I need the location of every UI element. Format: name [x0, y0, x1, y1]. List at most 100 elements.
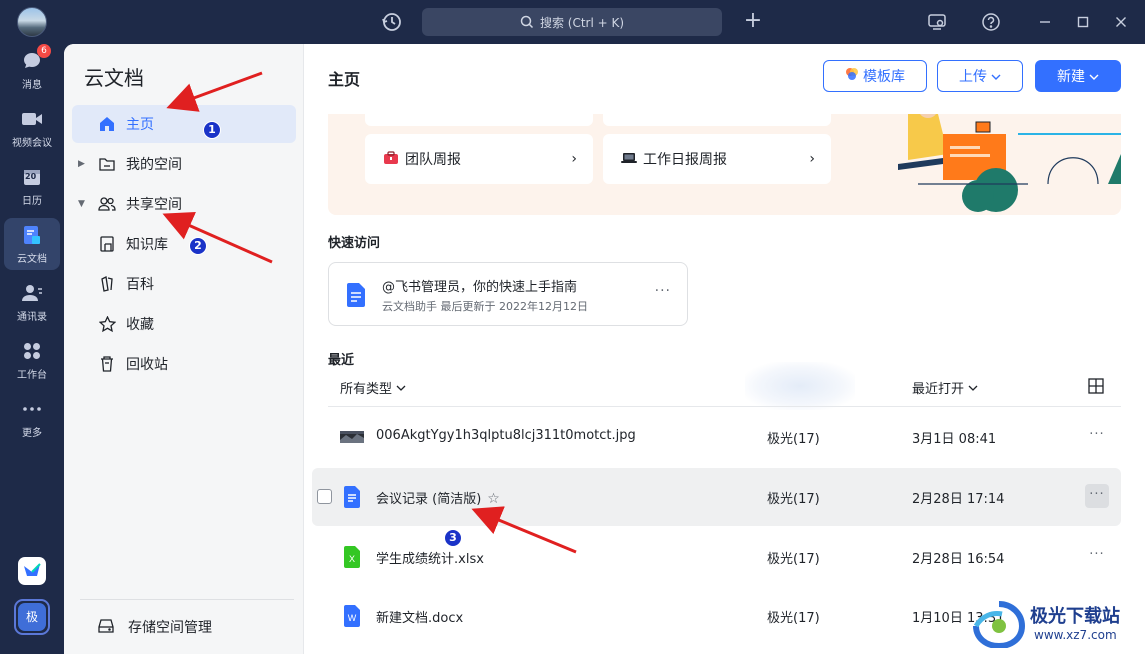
list-divider: [328, 406, 1121, 407]
briefcase-icon: [383, 151, 399, 167]
more-options-icon[interactable]: ···: [655, 283, 671, 299]
star-icon[interactable]: ☆: [487, 491, 500, 507]
watermark-url: www.xz7.com: [1034, 628, 1117, 642]
table-row[interactable]: X 学生成绩统计.xlsx 极光(17) 2月28日 16:54 ···: [312, 528, 1121, 586]
svg-text:W: W: [348, 613, 357, 623]
notification-settings-icon[interactable]: [925, 10, 949, 34]
page-title: 主页: [328, 70, 361, 89]
rail-item-calendar[interactable]: 20 日历: [4, 160, 60, 212]
banner-card-label: 团队周报: [405, 152, 461, 168]
sidebar-item-label: 回收站: [126, 357, 168, 373]
sidebar-item-label: 收藏: [126, 317, 154, 333]
banner-card-label: 工作日报周报: [643, 152, 727, 168]
search-placeholder: 搜索 (Ctrl + K): [539, 15, 625, 30]
search-input[interactable]: 搜索 (Ctrl + K): [422, 8, 722, 36]
rail-item-messages[interactable]: 6 消息: [4, 43, 60, 96]
rail-item-label: 视频会议: [12, 137, 52, 149]
knowledge-base-icon: [98, 235, 116, 253]
rail-item-docs[interactable]: 云文档: [4, 218, 60, 270]
image-file-icon: [340, 425, 364, 449]
file-name: 会议记录 (简洁版): [376, 492, 482, 507]
minimize-icon[interactable]: [1033, 10, 1057, 34]
sidebar-item-label: 共享空间: [126, 197, 182, 213]
annotation-number: 2: [189, 237, 207, 255]
file-owner: 极光(17): [767, 432, 820, 447]
video-camera-icon: [21, 108, 43, 130]
recent-title: 最近: [328, 353, 355, 368]
type-filter-label: 所有类型: [340, 382, 393, 397]
new-button[interactable]: 新建: [1035, 60, 1121, 92]
chevron-down-icon[interactable]: ▼: [78, 199, 88, 209]
banner-card[interactable]: [365, 114, 593, 126]
docs-sidebar: 云文档 主页 ▶ 我的空间 ▼ 共享空间 知识库 百科 收藏 回收站 存储空间管…: [64, 44, 304, 654]
template-library-button[interactable]: 模板库: [823, 60, 927, 92]
home-content: 主页 模板库 上传 新建 团队周报 › 工作日报周报 › 快速访问 @飞书管理员…: [305, 44, 1145, 654]
template-banner: 团队周报 › 工作日报周报 ›: [328, 114, 1121, 215]
chevron-down-icon: [991, 68, 1001, 84]
sidebar-item-wiki[interactable]: 知识库: [72, 225, 296, 263]
file-owner: 极光(17): [767, 552, 820, 567]
rail-item-workplace[interactable]: 工作台: [4, 334, 60, 386]
more-options-icon[interactable]: ···: [1085, 424, 1109, 448]
annotation-number: 3: [444, 529, 462, 547]
user-avatar[interactable]: [17, 7, 47, 37]
grid-view-icon[interactable]: [1088, 378, 1104, 394]
unread-badge: 6: [37, 43, 51, 58]
rail-item-label: 消息: [22, 79, 42, 91]
row-checkbox[interactable]: [317, 489, 332, 504]
table-row[interactable]: 006AkgtYgy1h3qlptu8lcj311t0motct.jpg 极光(…: [312, 408, 1121, 466]
storage-label: 存储空间管理: [128, 620, 212, 636]
home-icon: [98, 115, 116, 133]
file-opened-time: 3月1日 08:41: [912, 432, 997, 447]
rail-item-label: 通讯录: [17, 311, 47, 323]
type-filter-dropdown[interactable]: 所有类型: [340, 378, 406, 397]
sidebar-item-encyclopedia[interactable]: 百科: [72, 265, 296, 303]
storage-management-button[interactable]: 存储空间管理: [72, 610, 296, 644]
app-shortcut-icon[interactable]: [18, 557, 46, 585]
file-opened-time: 2月28日 16:54: [912, 552, 1005, 567]
chevron-right-icon[interactable]: ▶: [78, 159, 88, 169]
quick-access-card[interactable]: @飞书管理员，你的快速上手指南 云文档助手 最后更新于 2022年12月12日 …: [328, 262, 688, 326]
sort-filter-label: 最近打开: [912, 382, 965, 397]
add-icon[interactable]: +: [741, 10, 765, 34]
more-options-icon[interactable]: ···: [1085, 544, 1109, 568]
upload-button[interactable]: 上传: [937, 60, 1023, 92]
help-icon[interactable]: [979, 10, 1003, 34]
quick-access-card-meta: 云文档助手 最后更新于 2022年12月12日: [382, 300, 588, 313]
more-dots-icon: [21, 398, 43, 420]
grid-apps-icon: [21, 340, 43, 362]
banner-card-team-weekly[interactable]: 团队周报 ›: [365, 134, 593, 184]
sidebar-item-my-space[interactable]: ▶ 我的空间: [72, 145, 296, 183]
upload-button-label: 上传: [959, 69, 987, 85]
rail-item-contacts[interactable]: 通讯录: [4, 276, 60, 328]
avatar-text: 极: [18, 603, 46, 631]
rail-item-more[interactable]: 更多: [4, 392, 60, 444]
maximize-icon[interactable]: [1071, 10, 1095, 34]
file-name-cell: 会议记录 (简洁版) ☆: [376, 488, 500, 507]
file-name: 新建文档.docx: [376, 611, 464, 626]
file-name: 学生成绩统计.xlsx: [376, 552, 484, 567]
history-icon[interactable]: [380, 10, 404, 34]
rail-item-video-meeting[interactable]: 视频会议: [4, 102, 60, 154]
more-options-icon[interactable]: ···: [1085, 484, 1109, 508]
banner-card[interactable]: [603, 114, 831, 126]
chevron-down-icon: [1089, 68, 1099, 84]
sidebar-item-home[interactable]: 主页: [72, 105, 296, 143]
table-row[interactable]: 会议记录 (简洁版) ☆ 极光(17) 2月28日 17:14 ···: [312, 468, 1121, 526]
sidebar-item-favorites[interactable]: 收藏: [72, 305, 296, 343]
doc-icon: [345, 283, 367, 307]
annotation-number: 1: [203, 121, 221, 139]
quick-access-card-title: @飞书管理员，你的快速上手指南: [382, 280, 578, 295]
encyclopedia-icon: [98, 275, 116, 293]
sidebar-item-label: 我的空间: [126, 157, 182, 173]
banner-card-daily-weekly-report[interactable]: 工作日报周报 ›: [603, 134, 831, 184]
sidebar-item-shared-space[interactable]: ▼ 共享空间: [72, 185, 296, 223]
quick-access-title: 快速访问: [328, 236, 381, 251]
sidebar-item-trash[interactable]: 回收站: [72, 345, 296, 383]
main-window: 云文档 主页 ▶ 我的空间 ▼ 共享空间 知识库 百科 收藏 回收站 存储空间管…: [64, 44, 1145, 654]
user-avatar[interactable]: 极: [14, 599, 50, 635]
sort-filter-dropdown[interactable]: 最近打开: [912, 378, 978, 397]
watermark-title: 极光下载站: [1030, 606, 1120, 627]
chevron-down-icon: [968, 380, 978, 395]
close-icon[interactable]: [1109, 10, 1133, 34]
